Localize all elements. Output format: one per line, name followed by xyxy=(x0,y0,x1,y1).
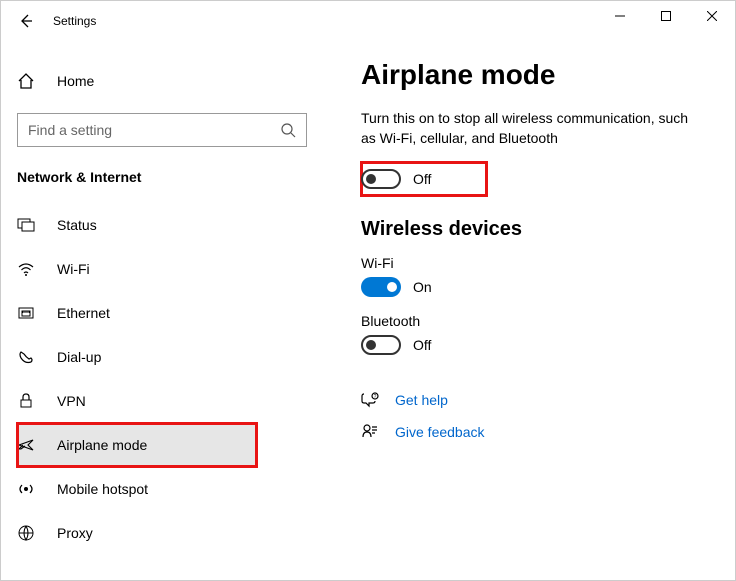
sidebar-item-dialup[interactable]: Dial-up xyxy=(17,335,257,379)
dialup-icon xyxy=(17,348,39,366)
proxy-icon xyxy=(17,524,39,542)
airplane-icon xyxy=(17,436,39,454)
search-icon xyxy=(280,122,296,138)
help-icon: ? xyxy=(361,391,383,409)
close-button[interactable] xyxy=(689,1,735,31)
vpn-icon xyxy=(17,392,39,410)
bluetooth-toggle-state: Off xyxy=(413,337,431,353)
search-input[interactable] xyxy=(28,122,280,138)
home-nav[interactable]: Home xyxy=(17,61,309,101)
airplane-description: Turn this on to stop all wireless commun… xyxy=(361,109,705,148)
airplane-toggle-state: Off xyxy=(413,171,431,187)
sidebar-item-mobile-hotspot[interactable]: Mobile hotspot xyxy=(17,467,257,511)
home-label: Home xyxy=(57,73,94,89)
sidebar-item-wifi[interactable]: Wi-Fi xyxy=(17,247,257,291)
window-controls xyxy=(597,1,735,31)
get-help-link[interactable]: Get help xyxy=(395,392,448,408)
airplane-toggle-row: Off xyxy=(361,162,487,196)
bluetooth-toggle-row: Off xyxy=(361,335,705,355)
home-icon xyxy=(17,72,39,90)
wifi-label: Wi-Fi xyxy=(361,255,705,271)
bluetooth-label: Bluetooth xyxy=(361,313,705,329)
wifi-icon xyxy=(17,260,39,278)
ethernet-icon xyxy=(17,304,39,322)
search-box[interactable] xyxy=(17,113,307,147)
give-feedback-link[interactable]: Give feedback xyxy=(395,424,485,440)
wifi-toggle[interactable] xyxy=(361,277,401,297)
sidebar-item-label: Proxy xyxy=(57,525,93,541)
sidebar: Home Network & Internet Status Wi-Fi xyxy=(1,41,321,580)
sidebar-item-label: Mobile hotspot xyxy=(57,481,148,497)
wifi-toggle-row: On xyxy=(361,277,705,297)
bluetooth-toggle[interactable] xyxy=(361,335,401,355)
sidebar-item-label: Dial-up xyxy=(57,349,101,365)
feedback-icon xyxy=(361,423,383,441)
hotspot-icon xyxy=(17,480,39,498)
main-content: Airplane mode Turn this on to stop all w… xyxy=(321,41,735,580)
status-icon xyxy=(17,216,39,234)
sidebar-item-label: VPN xyxy=(57,393,86,409)
svg-text:?: ? xyxy=(374,394,377,400)
sidebar-item-label: Ethernet xyxy=(57,305,110,321)
sidebar-item-label: Status xyxy=(57,217,97,233)
wireless-devices-title: Wireless devices xyxy=(361,218,705,241)
sidebar-item-label: Wi-Fi xyxy=(57,261,90,277)
back-button[interactable] xyxy=(17,13,35,29)
minimize-button[interactable] xyxy=(597,1,643,31)
wifi-toggle-state: On xyxy=(413,279,432,295)
give-feedback-row[interactable]: Give feedback xyxy=(361,423,705,441)
sidebar-item-status[interactable]: Status xyxy=(17,203,257,247)
sidebar-item-proxy[interactable]: Proxy xyxy=(17,511,257,555)
sidebar-item-label: Airplane mode xyxy=(57,437,147,453)
page-title: Airplane mode xyxy=(361,59,705,91)
sidebar-item-airplane-mode[interactable]: Airplane mode xyxy=(17,423,257,467)
maximize-button[interactable] xyxy=(643,1,689,31)
category-header: Network & Internet xyxy=(17,169,309,185)
airplane-toggle[interactable] xyxy=(361,169,401,189)
get-help-row[interactable]: ? Get help xyxy=(361,391,705,409)
sidebar-item-vpn[interactable]: VPN xyxy=(17,379,257,423)
window-title: Settings xyxy=(53,14,96,28)
sidebar-item-ethernet[interactable]: Ethernet xyxy=(17,291,257,335)
